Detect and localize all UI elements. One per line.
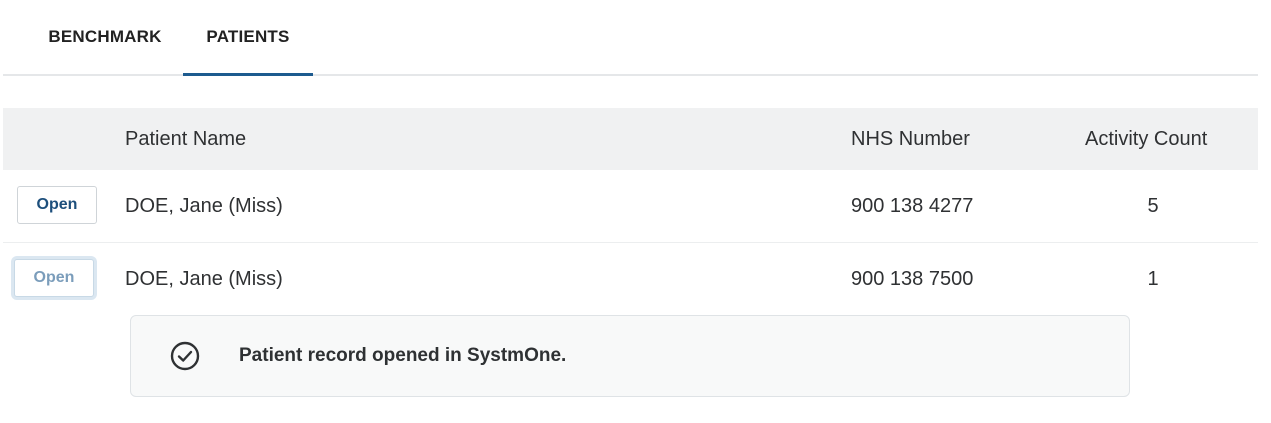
column-header-activity-count[interactable]: Activity Count (1085, 108, 1207, 170)
column-header-nhs-number[interactable]: NHS Number (851, 108, 970, 170)
tab-bar: BENCHMARK PATIENTS (3, 0, 1258, 76)
activity-count-cell: 5 (1147, 194, 1159, 217)
active-tab-indicator (183, 73, 313, 76)
tab-benchmark-label: BENCHMARK (48, 27, 162, 46)
table-header: Patient Name NHS Number Activity Count (3, 108, 1258, 170)
patient-name-cell: DOE, Jane (Miss) (125, 194, 283, 217)
table-row: Open DOE, Jane (Miss) 900 138 7500 1 (3, 243, 1258, 315)
tab-benchmark[interactable]: BENCHMARK (25, 0, 185, 74)
patients-page: BENCHMARK PATIENTS Patient Name NHS Numb… (0, 0, 1271, 423)
tab-patients-label: PATIENTS (206, 27, 290, 46)
table-row: Open DOE, Jane (Miss) 900 138 4277 5 (3, 170, 1258, 243)
patient-name-cell: DOE, Jane (Miss) (125, 267, 283, 290)
column-header-patient-name[interactable]: Patient Name (125, 108, 246, 170)
nhs-number-cell: 900 138 4277 (851, 194, 974, 217)
success-toast: Patient record opened in SystmOne. (130, 315, 1130, 397)
activity-count-cell: 1 (1147, 267, 1159, 290)
open-patient-button[interactable]: Open (17, 186, 97, 224)
open-patient-button[interactable]: Open (14, 259, 94, 297)
toast-message: Patient record opened in SystmOne. (239, 345, 567, 366)
check-circle-icon (170, 341, 200, 371)
nhs-number-cell: 900 138 7500 (851, 267, 974, 290)
patients-table: Patient Name NHS Number Activity Count O… (3, 108, 1258, 315)
tab-patients[interactable]: PATIENTS (183, 0, 313, 76)
